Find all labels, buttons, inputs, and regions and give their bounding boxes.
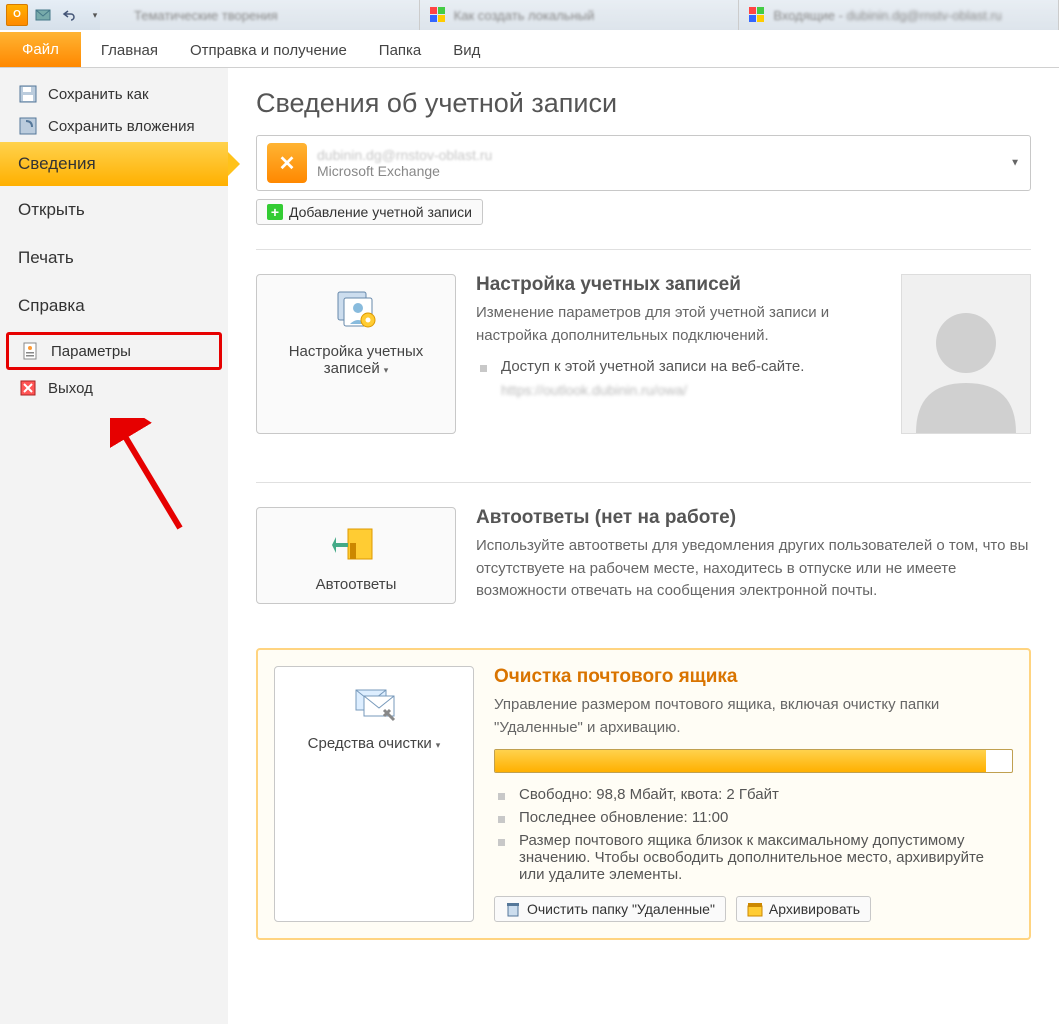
account-settings-button[interactable]: Настройка учетных записей▾ (256, 274, 456, 434)
quota-bar (494, 749, 1013, 773)
sidebar-label: Открыть (18, 200, 85, 220)
section-desc: Управление размером почтового ящика, вкл… (494, 694, 1013, 739)
archive-icon (747, 901, 763, 917)
quick-access-toolbar: O ▾ (0, 4, 106, 26)
bullet-item: Размер почтового ящика близок к максимал… (494, 829, 1013, 886)
save-attachments-icon (18, 116, 38, 136)
account-settings-icon (332, 287, 380, 335)
ribbon-tabs: Файл Главная Отправка и получение Папка … (0, 30, 1059, 68)
sidebar-label: Сохранить вложения (48, 118, 195, 135)
add-account-button[interactable]: + Добавление учетной записи (256, 199, 483, 225)
sidebar-label: Выход (48, 380, 93, 397)
sidebar-label: Справка (18, 296, 85, 316)
section-title: Настройка учетных записей (476, 274, 881, 296)
sidebar-label: Сохранить как (48, 86, 149, 103)
quota-fill (495, 750, 986, 772)
annotation-arrow (110, 418, 210, 541)
outlook-logo-icon: O (6, 4, 28, 26)
section-title: Автоответы (нет на работе) (476, 507, 1031, 529)
page-title: Сведения об учетной записи (256, 88, 1031, 119)
add-account-label: Добавление учетной записи (289, 204, 472, 220)
exit-icon (18, 378, 38, 398)
trash-icon (505, 901, 521, 917)
cleanup-icon (350, 679, 398, 727)
tab-file[interactable]: Файл (0, 32, 81, 67)
browser-tab: Тематические творения (100, 0, 420, 30)
browser-tabs-overlay: Тематические творения Как создать локаль… (100, 0, 1059, 30)
section-desc: Изменение параметров для этой учетной за… (476, 302, 881, 347)
section-title: Очистка почтового ящика (494, 666, 1013, 688)
account-selector[interactable]: ✕ dubinin.dg@rnstov-oblast.ru Microsoft … (256, 135, 1031, 191)
autoreply-icon (332, 520, 380, 568)
tab-home[interactable]: Главная (85, 34, 174, 67)
owa-link[interactable]: https://outlook.dubinin.ru/owa/ (501, 382, 881, 398)
sidebar-open[interactable]: Открыть (0, 186, 228, 234)
sidebar-info[interactable]: Сведения (0, 142, 228, 186)
bullet-item: Доступ к этой учетной записи на веб-сайт… (476, 355, 881, 378)
tab-view[interactable]: Вид (437, 34, 496, 67)
cleanup-tools-button[interactable]: Средства очистки▾ (274, 666, 474, 922)
sidebar-label: Печать (18, 248, 74, 268)
qat-undo-icon[interactable] (58, 4, 80, 26)
browser-tab: Входящие - dubinin.dg@rnstv-oblast.ru (739, 0, 1059, 30)
save-as-icon (18, 84, 38, 104)
archive-button[interactable]: Архивировать (736, 896, 871, 922)
tab-send-receive[interactable]: Отправка и получение (174, 34, 363, 67)
tab-folder[interactable]: Папка (363, 34, 437, 67)
sidebar-exit[interactable]: Выход (0, 372, 228, 404)
cleanup-section: Средства очистки▾ Очистка почтового ящик… (256, 648, 1031, 940)
plus-icon: + (267, 204, 283, 220)
browser-tab: Как создать локальный (420, 0, 740, 30)
bullet-item: Свободно: 98,8 Мбайт, квота: 2 Гбайт (494, 783, 1013, 806)
button-label: Средства очистки▾ (308, 735, 441, 752)
button-label: Настройка учетных записей▾ (265, 343, 447, 377)
profile-avatar (901, 274, 1031, 434)
qat-send-receive-icon[interactable] (32, 4, 54, 26)
options-icon (21, 341, 41, 361)
account-email: dubinin.dg@rnstov-oblast.ru (317, 147, 492, 163)
sidebar-label: Сведения (18, 154, 96, 174)
sidebar-options[interactable]: Параметры (6, 332, 222, 370)
backstage-sidebar: Сохранить как Сохранить вложения Сведени… (0, 68, 228, 1024)
autoreply-button[interactable]: Автоответы (256, 507, 456, 604)
button-label: Автоответы (316, 576, 397, 593)
titlebar: O ▾ Тематические творения Как создать ло… (0, 0, 1059, 30)
exchange-logo-icon: ✕ (267, 143, 307, 183)
empty-deleted-button[interactable]: Очистить папку "Удаленные" (494, 896, 726, 922)
chevron-down-icon: ▼ (1010, 158, 1020, 169)
section-desc: Используйте автоответы для уведомления д… (476, 535, 1031, 603)
backstage-content: Сведения об учетной записи ✕ dubinin.dg@… (228, 68, 1059, 1024)
sidebar-save-attachments[interactable]: Сохранить вложения (0, 110, 228, 142)
sidebar-help[interactable]: Справка (0, 282, 228, 330)
bullet-item: Последнее обновление: 11:00 (494, 806, 1013, 829)
sidebar-save-as[interactable]: Сохранить как (0, 78, 228, 110)
sidebar-label: Параметры (51, 343, 131, 360)
sidebar-print[interactable]: Печать (0, 234, 228, 282)
account-type: Microsoft Exchange (317, 163, 492, 179)
